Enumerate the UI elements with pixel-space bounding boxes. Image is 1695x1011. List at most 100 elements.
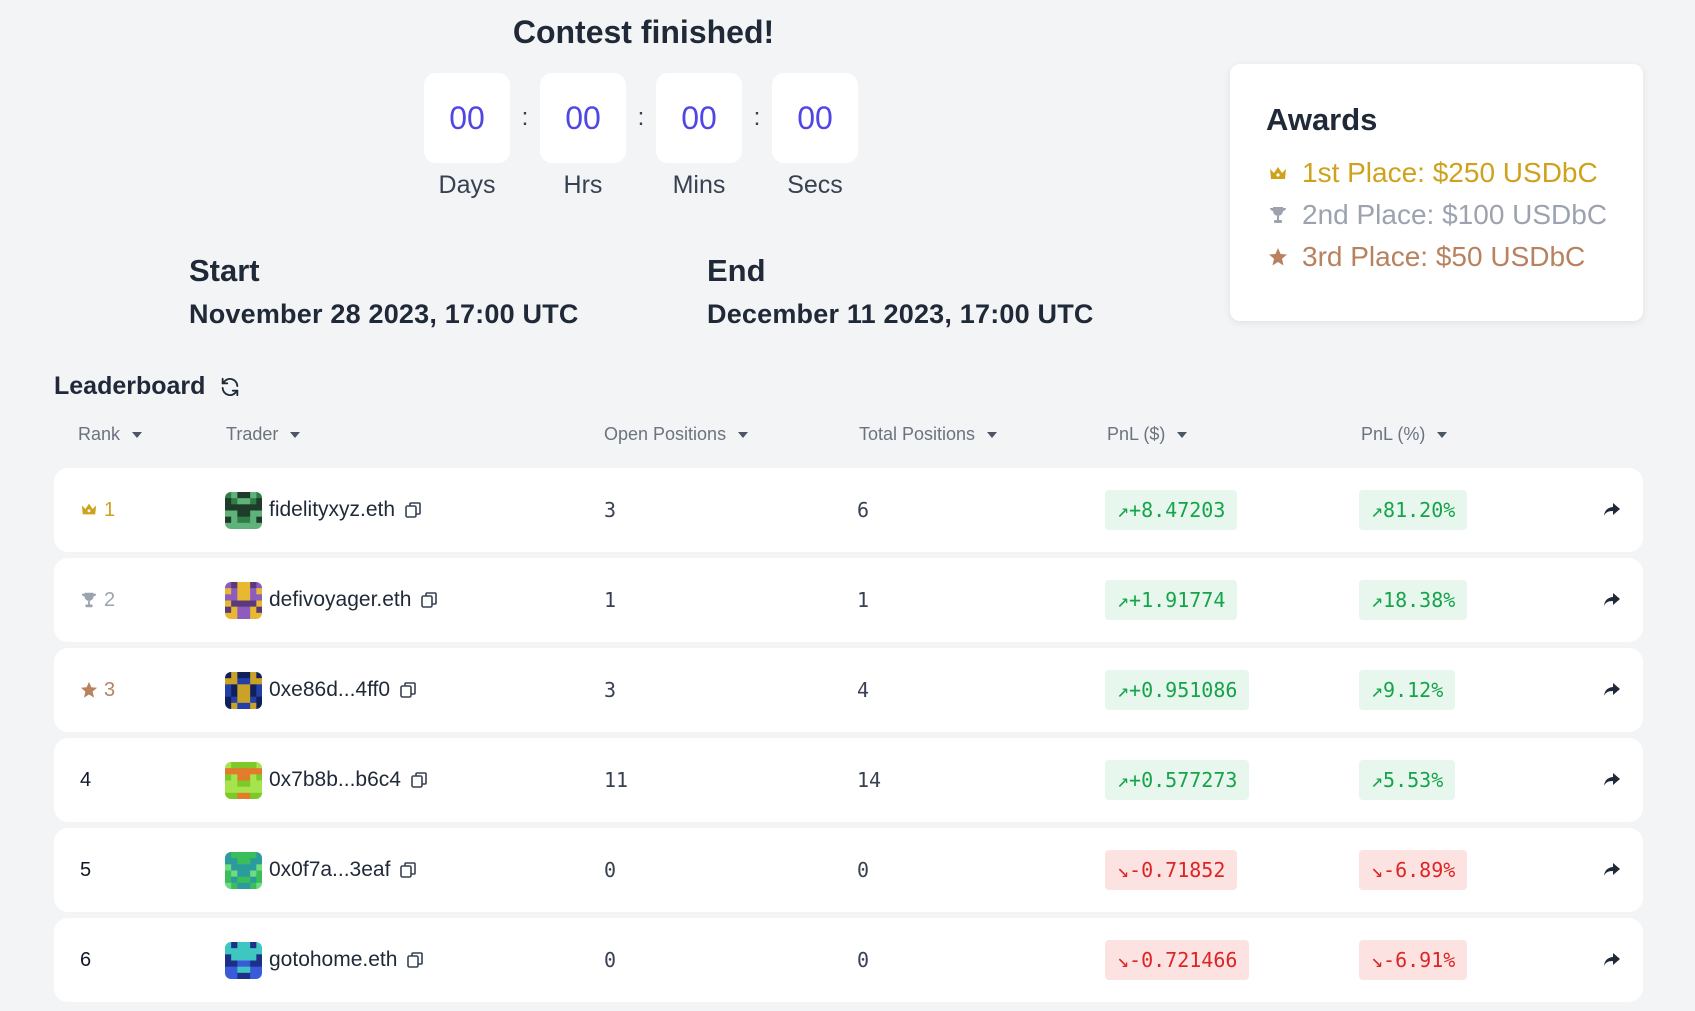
pnl-usd-badge: ↘-0.71852	[1105, 850, 1238, 890]
pnl-usd-cell: ↘-0.721466	[1105, 918, 1250, 1002]
copy-icon[interactable]	[404, 501, 422, 519]
open-positions-cell: 1	[604, 588, 617, 612]
total-positions-cell: 1	[857, 588, 870, 612]
column-header-total-positions-label: Total Positions	[859, 424, 976, 444]
pnl-usd-badge: ↗+0.951086	[1105, 670, 1250, 710]
award-second-place: 2nd Place: $100 USDbC	[1266, 194, 1643, 236]
avatar	[225, 851, 262, 889]
trader-cell: 0x7b8b...b6c4	[225, 738, 428, 822]
table-row[interactable]: 5 0x0f7a...3eaf 0 0 ↘-0.71852 ↘-6.89%	[54, 828, 1643, 912]
rank-cell: 6	[80, 918, 91, 1002]
trophy-icon	[80, 591, 98, 609]
end-date: End December 11 2023, 17:00 UTC	[707, 253, 1094, 330]
sort-caret-icon	[987, 431, 998, 438]
column-header-rank-label: Rank	[78, 424, 121, 444]
table-row[interactable]: 1 fidelityxyz.eth 3 6 ↗+8.47203 ↗81.20%	[54, 468, 1643, 552]
share-icon[interactable]	[1602, 950, 1622, 970]
table-row[interactable]: 6 gotohome.eth 0 0 ↘-0.721466 ↘-6.91%	[54, 918, 1643, 1002]
refresh-icon[interactable]	[219, 376, 241, 398]
pnl-percent-cell: ↘-6.91%	[1359, 918, 1468, 1002]
countdown-days: 00 Days	[424, 73, 510, 200]
table-row[interactable]: 2 defivoyager.eth 1 1 ↗+1.91774 ↗18.38%	[54, 558, 1643, 642]
crown-icon	[1266, 161, 1290, 185]
total-positions-cell: 4	[857, 678, 870, 702]
awards-card: Awards 1st Place: $250 USDbC 2nd Place: …	[1230, 64, 1643, 321]
copy-icon[interactable]	[406, 951, 424, 969]
crown-icon	[80, 501, 98, 519]
avatar	[225, 491, 262, 529]
trader-name[interactable]: 0x0f7a...3eaf	[269, 858, 390, 882]
sort-caret-icon	[1437, 431, 1448, 438]
trader-name[interactable]: fidelityxyz.eth	[269, 498, 395, 522]
pnl-percent-cell: ↗81.20%	[1359, 468, 1468, 552]
end-label: End	[707, 253, 766, 288]
column-header-pnl-usd[interactable]: PnL ($)	[1107, 424, 1188, 445]
trader-name[interactable]: 0x7b8b...b6c4	[269, 768, 401, 792]
pnl-usd-badge: ↗+8.47203	[1105, 490, 1238, 530]
pnl-usd-badge: ↘-0.721466	[1105, 940, 1250, 980]
open-positions-cell: 0	[604, 948, 617, 972]
trophy-icon	[1266, 203, 1290, 227]
contest-status-title: Contest finished!	[512, 14, 775, 50]
rank-value: 2	[104, 588, 116, 611]
share-icon[interactable]	[1602, 500, 1622, 520]
trader-cell: 0xe86d...4ff0	[225, 648, 417, 732]
copy-icon[interactable]	[399, 681, 417, 699]
avatar	[225, 761, 262, 799]
leaderboard-title-text: Leaderboard	[54, 372, 206, 400]
rank-value: 4	[80, 768, 92, 791]
trader-name[interactable]: 0xe86d...4ff0	[269, 678, 390, 702]
share-icon[interactable]	[1602, 770, 1622, 790]
star-icon	[80, 681, 98, 699]
countdown-separator: :	[753, 104, 761, 131]
trader-cell: 0x0f7a...3eaf	[225, 828, 417, 912]
trader-cell: gotohome.eth	[225, 918, 424, 1002]
countdown-days-value: 00	[424, 73, 510, 163]
avatar	[225, 581, 262, 619]
share-icon[interactable]	[1602, 860, 1622, 880]
share-cell	[1602, 468, 1622, 552]
rank-cell: 4	[80, 738, 91, 822]
pnl-usd-cell: ↗+0.577273	[1105, 738, 1250, 822]
rank-cell: 1	[80, 468, 115, 552]
award-first-place-text: 1st Place: $250 USDbC	[1302, 157, 1598, 188]
column-header-open-positions[interactable]: Open Positions	[604, 424, 749, 445]
countdown-hours-value: 00	[540, 73, 626, 163]
pnl-percent-badge: ↗5.53%	[1359, 760, 1456, 800]
trader-name[interactable]: gotohome.eth	[269, 948, 397, 972]
column-header-rank[interactable]: Rank	[78, 424, 143, 445]
avatar	[225, 671, 262, 709]
countdown-minutes-label: Mins	[672, 171, 726, 199]
total-positions-cell: 14	[857, 768, 882, 792]
table-row[interactable]: 3 0xe86d...4ff0 3 4 ↗+0.951086 ↗9.12%	[54, 648, 1643, 732]
trader-name[interactable]: defivoyager.eth	[269, 588, 411, 612]
leaderboard-rows: 1 fidelityxyz.eth 3 6 ↗+8.47203 ↗81.20% …	[54, 468, 1643, 1008]
pnl-usd-cell: ↘-0.71852	[1105, 828, 1238, 912]
contest-page: Contest finished! 00 Days : 00 Hrs : 00 …	[0, 0, 1695, 1011]
total-positions-cell: 6	[857, 498, 870, 522]
share-cell	[1602, 828, 1622, 912]
share-icon[interactable]	[1602, 590, 1622, 610]
column-header-trader-label: Trader	[226, 424, 279, 444]
award-first-place: 1st Place: $250 USDbC	[1266, 152, 1643, 194]
pnl-percent-badge: ↘-6.89%	[1359, 850, 1468, 890]
column-header-pnl-percent[interactable]: PnL (%)	[1361, 424, 1448, 445]
rank-value: 1	[104, 498, 116, 521]
pnl-percent-cell: ↘-6.89%	[1359, 828, 1468, 912]
table-row[interactable]: 4 0x7b8b...b6c4 11 14 ↗+0.577273 ↗5.53%	[54, 738, 1643, 822]
pnl-percent-badge: ↗18.38%	[1359, 580, 1468, 620]
pnl-percent-cell: ↗5.53%	[1359, 738, 1456, 822]
copy-icon[interactable]	[420, 591, 438, 609]
countdown-minutes: 00 Mins	[656, 73, 742, 200]
countdown-separator: :	[521, 104, 529, 131]
column-header-trader[interactable]: Trader	[226, 424, 301, 445]
total-positions-cell: 0	[857, 948, 870, 972]
countdown-seconds: 00 Secs	[772, 73, 858, 200]
copy-icon[interactable]	[399, 861, 417, 879]
start-date: Start November 28 2023, 17:00 UTC	[189, 253, 579, 330]
copy-icon[interactable]	[410, 771, 428, 789]
start-value: November 28 2023, 17:00 UTC	[189, 299, 579, 329]
share-icon[interactable]	[1602, 680, 1622, 700]
column-header-total-positions[interactable]: Total Positions	[859, 424, 998, 445]
sort-caret-icon	[738, 431, 749, 438]
